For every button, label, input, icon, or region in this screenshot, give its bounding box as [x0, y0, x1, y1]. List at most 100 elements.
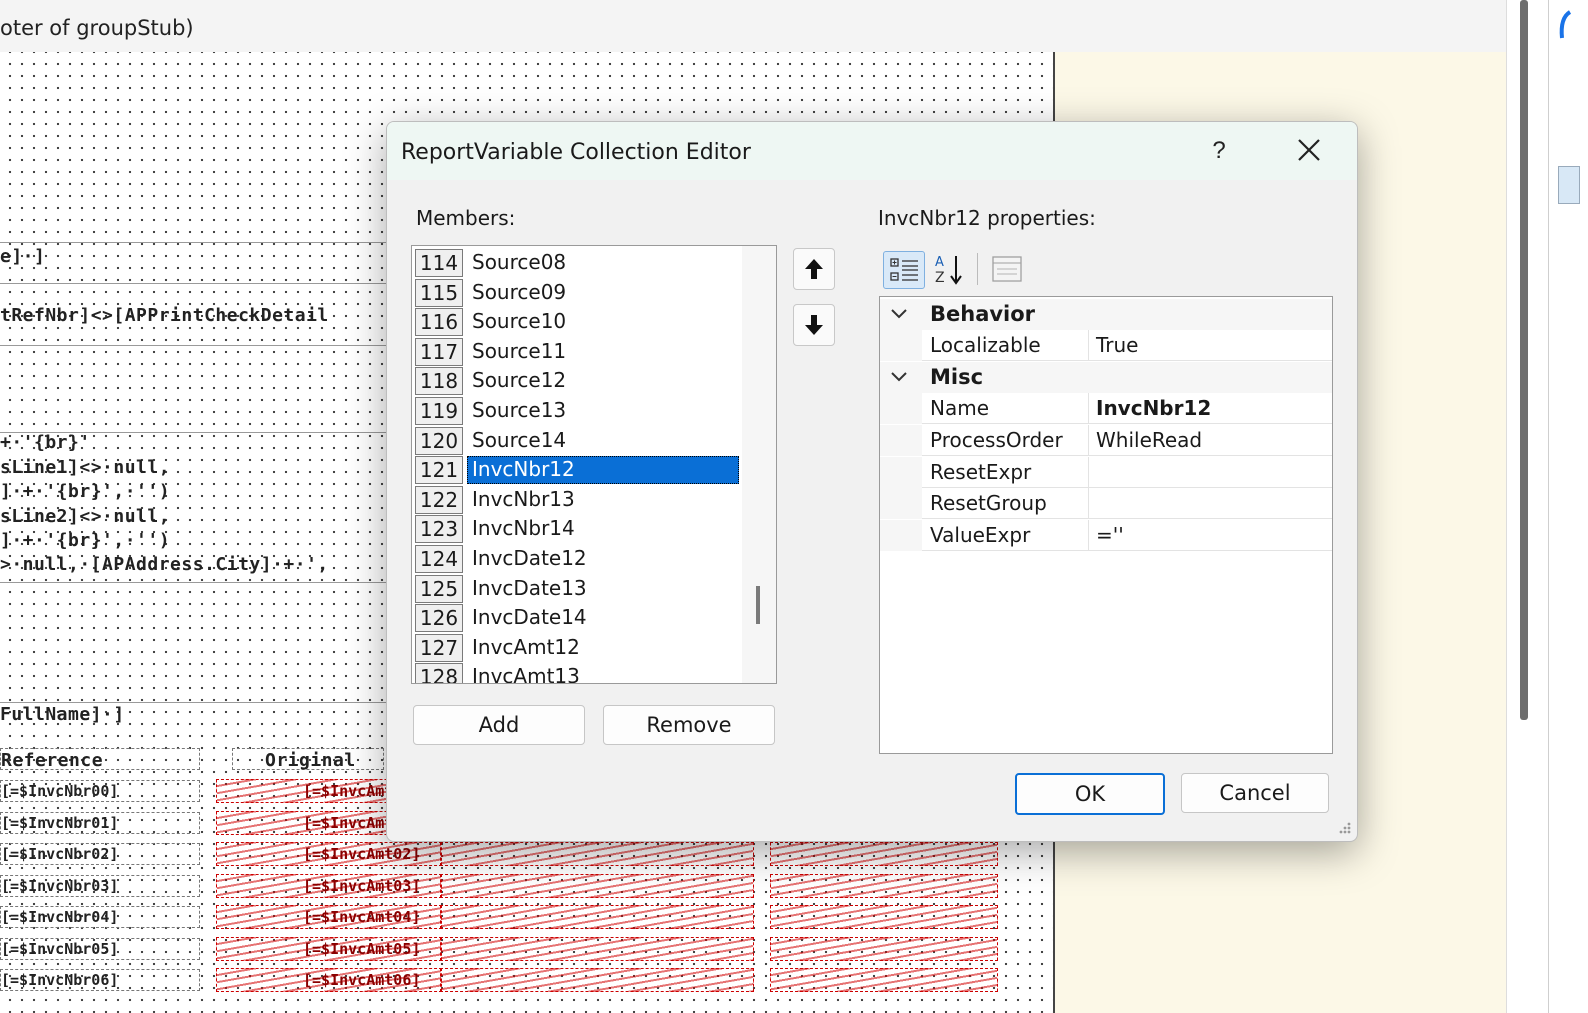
members-list[interactable]: 114 Source08 115 Source09 116 Source10 117 Sour… [411, 245, 777, 684]
property-row-name[interactable]: Name InvcNbr12 [880, 393, 1332, 424]
reference-header-cell[interactable]: Reference [0, 748, 200, 771]
expression-text[interactable]: FullName]·] [0, 704, 125, 725]
member-item[interactable]: 118 Source12 [412, 366, 742, 396]
overlapping-amount-field[interactable]: [=$InvcAmt04] [216, 905, 442, 929]
property-name: ResetGroup [930, 491, 1047, 515]
overlapping-field[interactable] [770, 905, 998, 929]
expression-text[interactable]: ]·+·'{br}',·'') [0, 481, 170, 502]
category-misc[interactable]: Misc [880, 362, 1332, 393]
member-name: InvcAmt13 [472, 664, 580, 684]
member-item[interactable]: 127 InvcAmt12 [412, 633, 742, 662]
overlapping-amount-field[interactable]: [=$InvcAmt05] [216, 936, 442, 961]
close-button[interactable] [1287, 132, 1331, 170]
property-pages-button[interactable] [987, 251, 1027, 287]
member-item[interactable]: 126 InvcDate14 [412, 603, 742, 633]
expression-text[interactable]: sLine2]<>·null, [0, 506, 170, 527]
expression-text[interactable]: >·null,·[APAddress.City]·+·', [0, 554, 329, 575]
member-item[interactable]: 121 InvcNbr12 [412, 455, 742, 485]
cancel-button[interactable]: Cancel [1181, 773, 1329, 813]
overlapping-field[interactable] [770, 936, 998, 961]
resize-grip-icon[interactable] [1335, 820, 1353, 838]
side-panel-selected-tab[interactable] [1558, 166, 1580, 204]
row-gutter [880, 520, 922, 551]
member-index: 124 [415, 545, 463, 573]
side-panel-scrollbar[interactable] [1520, 0, 1528, 720]
reference-field[interactable]: [=$InvcNbr04] [0, 906, 200, 928]
member-item[interactable]: 122 InvcNbr13 [412, 485, 742, 514]
original-header-cell[interactable]: Original [232, 748, 384, 771]
overlapping-field[interactable] [770, 968, 998, 992]
property-value[interactable]: WhileRead [1096, 428, 1202, 452]
ok-button[interactable]: OK [1015, 773, 1165, 815]
member-item[interactable]: 117 Source11 [412, 337, 742, 366]
reference-field[interactable]: [=$InvcNbr02] [0, 843, 200, 865]
expression-text[interactable]: tRefNbr]<>[APPrintCheckDetail [0, 305, 329, 326]
reference-field[interactable]: [=$InvcNbr03] [0, 874, 200, 897]
overlapping-field[interactable] [770, 842, 998, 866]
property-value[interactable]: InvcNbr12 [1096, 396, 1211, 420]
expression-text[interactable]: +·'{br}' [0, 432, 91, 453]
member-item[interactable]: 115 Source09 [412, 278, 742, 307]
expression-text[interactable]: e]·] [0, 246, 45, 267]
member-item[interactable]: 128 InvcAmt13 [412, 662, 742, 684]
reference-field[interactable]: [=$InvcNbr00] [0, 780, 200, 802]
member-index: 128 [415, 663, 463, 683]
overlapping-field[interactable] [440, 905, 754, 929]
property-grid[interactable]: Behavior Localizable True Misc Name Invc… [879, 296, 1333, 754]
collection-editor-dialog: ReportVariable Collection Editor ? Membe… [386, 121, 1358, 842]
alphabetical-view-button[interactable]: A Z [929, 251, 969, 287]
overlapping-field[interactable] [440, 842, 754, 866]
category-label: Behavior [930, 302, 1036, 326]
reference-field[interactable]: [=$InvcNbr06] [0, 969, 200, 991]
property-value[interactable]: True [1096, 333, 1138, 357]
chevron-down-icon [891, 309, 907, 319]
member-item[interactable]: 123 InvcNbr14 [412, 514, 742, 544]
overlapping-field[interactable] [440, 968, 754, 992]
category-behavior[interactable]: Behavior [880, 299, 1332, 330]
overlapping-amount-field[interactable]: [=$InvcAmt06] [216, 968, 442, 992]
categorized-view-button[interactable] [883, 251, 925, 289]
reference-expression: [=$InvcNbr01] [1, 813, 119, 832]
property-row-resetexpr[interactable]: ResetExpr [880, 457, 1332, 488]
row-gutter [880, 330, 922, 361]
reference-expression: [=$InvcNbr00] [1, 782, 119, 800]
section-title: oter of groupStub) [0, 16, 194, 40]
svg-text:Z: Z [935, 270, 945, 286]
property-row-localizable[interactable]: Localizable True [880, 330, 1332, 361]
member-item[interactable]: 120 Source14 [412, 426, 742, 455]
expression-text[interactable]: sLine1]<>·null, [0, 457, 170, 478]
move-down-button[interactable] [793, 304, 835, 346]
member-item[interactable]: 114 Source08 [412, 248, 742, 277]
member-name: InvcNbr14 [472, 516, 575, 541]
svg-text:A: A [935, 255, 944, 270]
overlapping-field[interactable] [770, 873, 998, 898]
add-button[interactable]: Add [413, 705, 585, 745]
reference-field[interactable]: [=$InvcNbr01] [0, 811, 200, 834]
member-name: InvcAmt12 [472, 634, 580, 659]
help-button[interactable]: ? [1197, 134, 1241, 168]
member-item[interactable]: 119 Source13 [412, 396, 742, 425]
member-name: InvcDate13 [472, 575, 587, 600]
property-row-resetgroup[interactable]: ResetGroup [880, 488, 1332, 519]
expression-text[interactable]: ]·+·'{br}',·'') [0, 530, 170, 551]
members-scrollbar-thumb[interactable] [756, 586, 760, 624]
toolbox-edge [1548, 0, 1588, 1013]
property-value[interactable]: ='' [1096, 523, 1124, 547]
properties-label: InvcNbr12 properties: [878, 206, 1096, 230]
property-row-valueexpr[interactable]: ValueExpr ='' [880, 520, 1332, 551]
row-divider [1088, 488, 1089, 519]
reference-expression: [=$InvcNbr04] [1, 908, 119, 926]
overlapping-amount-field[interactable]: [=$InvcAmt02] [216, 842, 442, 866]
member-item[interactable]: 124 InvcDate12 [412, 544, 742, 573]
remove-button[interactable]: Remove [603, 705, 775, 745]
member-item[interactable]: 116 Source10 [412, 307, 742, 337]
member-item[interactable]: 125 InvcDate13 [412, 574, 742, 603]
member-name: Source12 [472, 368, 567, 393]
property-row-processorder[interactable]: ProcessOrder WhileRead [880, 425, 1332, 456]
reference-field[interactable]: [=$InvcNbr05] [0, 937, 200, 960]
move-up-button[interactable] [793, 248, 835, 290]
overlapping-field[interactable] [440, 873, 754, 898]
amount-expression: [=$InvcAmt03] [303, 876, 421, 895]
overlapping-field[interactable] [440, 936, 754, 961]
overlapping-amount-field[interactable]: [=$InvcAmt03] [216, 873, 442, 898]
